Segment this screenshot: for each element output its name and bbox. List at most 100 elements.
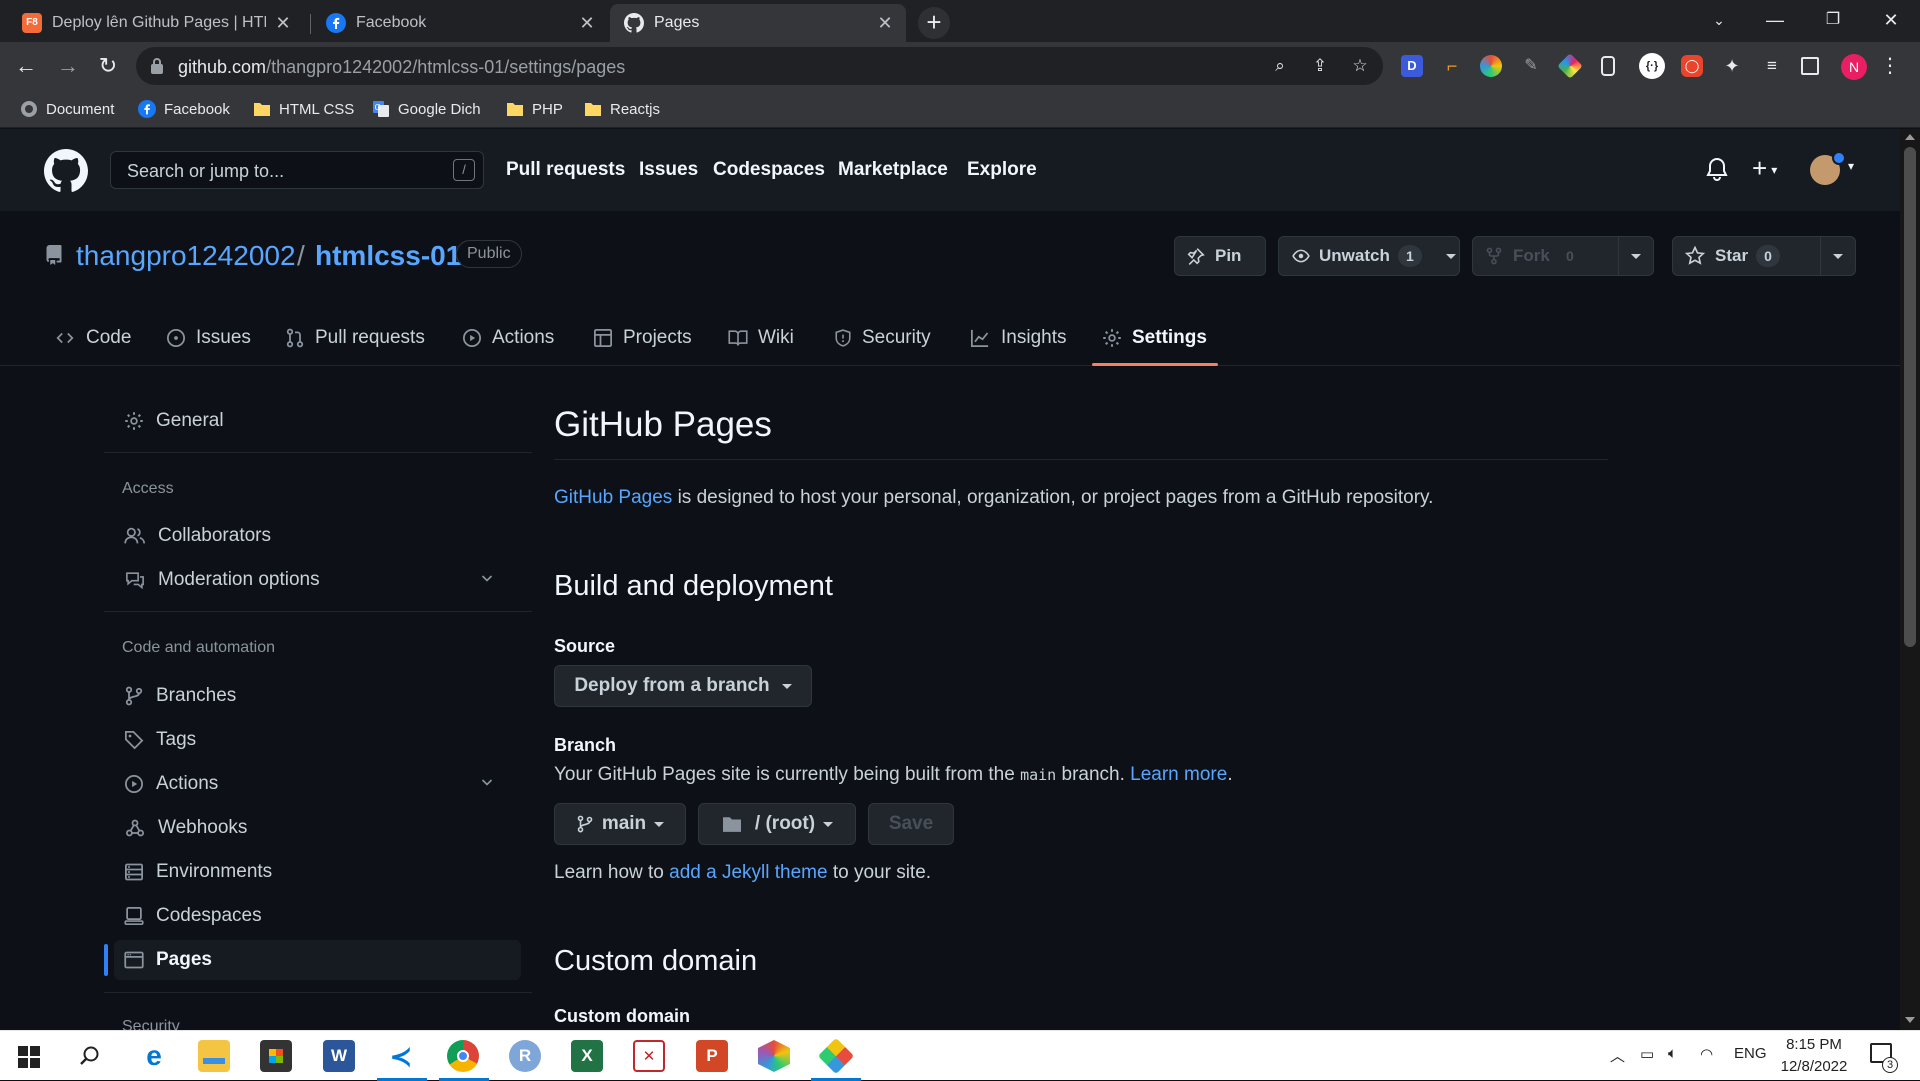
bookmark-reactjs[interactable]: Reactjs [584, 96, 660, 122]
file-explorer-icon[interactable] [198, 1040, 230, 1072]
close-icon[interactable]: ✕ [578, 13, 596, 34]
sidebar-item-tags[interactable]: Tags [114, 720, 521, 760]
bookmark-google-dich[interactable]: G Google Dich [372, 96, 481, 122]
media-queue-icon[interactable]: ≡ [1761, 55, 1783, 77]
store-icon[interactable] [260, 1040, 292, 1072]
tab-actions[interactable]: Actions [462, 310, 554, 366]
create-new-plus-icon[interactable]: + ▾ [1752, 153, 1777, 184]
nav-marketplace[interactable]: Marketplace [838, 159, 948, 181]
extension-palette-icon[interactable] [1557, 53, 1583, 79]
nav-pull-requests[interactable]: Pull requests [506, 159, 625, 181]
jekyll-theme-link[interactable]: add a Jekyll theme [669, 862, 827, 883]
folder-select-dropdown[interactable]: / (root) [698, 803, 856, 845]
tab-search-icon[interactable]: ⌄ [1696, 4, 1742, 36]
back-icon[interactable]: ← [10, 50, 42, 82]
powerpoint-icon[interactable]: P [696, 1040, 728, 1072]
github-pages-link[interactable]: GitHub Pages [554, 487, 672, 508]
close-icon[interactable]: ✕ [876, 13, 894, 34]
excel-icon[interactable]: X [571, 1040, 603, 1072]
minimize-icon[interactable]: — [1752, 4, 1798, 36]
tab-projects[interactable]: Projects [593, 310, 692, 366]
scroll-down-arrow[interactable] [1905, 1017, 1915, 1023]
forward-icon[interactable]: → [52, 50, 84, 82]
tab-pull-requests[interactable]: Pull requests [285, 310, 425, 366]
star-button[interactable]: Star 0 [1672, 236, 1856, 276]
pin-button[interactable]: Pin [1174, 236, 1266, 276]
tab-insights[interactable]: Insights [969, 310, 1066, 366]
profile-avatar[interactable]: N [1841, 54, 1867, 80]
bookmark-facebook[interactable]: Facebook [138, 96, 230, 122]
sidebar-item-codespaces[interactable]: Codespaces [114, 896, 521, 936]
github-logo-icon[interactable] [44, 149, 88, 193]
extension-json-icon[interactable]: {·} [1639, 53, 1665, 79]
battery-icon[interactable]: ▭ [1640, 1045, 1654, 1063]
close-icon[interactable]: ✕ [274, 13, 292, 34]
git-tool-icon[interactable] [817, 1037, 855, 1075]
scroll-thumb[interactable] [1904, 147, 1916, 647]
bookmark-html-css[interactable]: HTML CSS [253, 96, 354, 122]
tab-security[interactable]: Security [834, 310, 931, 366]
repo-owner-link[interactable]: thangpro1242002 [76, 240, 296, 272]
side-panel-icon[interactable] [1801, 57, 1819, 75]
chrome-icon[interactable] [447, 1040, 479, 1072]
tab-issues[interactable]: Issues [166, 310, 251, 366]
bookmark-document[interactable]: Document [20, 96, 114, 122]
sidebar-item-collaborators[interactable]: Collaborators [114, 516, 521, 556]
r-app-icon[interactable]: R [509, 1040, 541, 1072]
browser-tab-pages[interactable]: Pages ✕ [610, 4, 906, 42]
wifi-icon[interactable]: ◠ [1700, 1045, 1713, 1063]
source-dropdown[interactable]: Deploy from a branch [554, 665, 812, 707]
sidebar-item-general[interactable]: General [114, 401, 521, 441]
scroll-up-arrow[interactable] [1905, 134, 1915, 140]
clock-date[interactable]: 12/8/2022 [1776, 1058, 1852, 1075]
page-scrollbar[interactable] [1900, 129, 1920, 1030]
share-icon[interactable]: ⇪ [1310, 56, 1330, 76]
extensions-puzzle-icon[interactable]: ✦ [1721, 55, 1743, 77]
hex-app-icon[interactable] [758, 1040, 790, 1072]
chevron-down-icon[interactable]: ▾ [1848, 159, 1854, 173]
nav-explore[interactable]: Explore [967, 159, 1037, 181]
extension-d-icon[interactable]: D [1401, 55, 1423, 77]
fork-button[interactable]: Fork 0 [1472, 236, 1654, 276]
address-bar[interactable]: github.com/thangpro1242002/htmlcss-01/se… [136, 47, 1383, 85]
notification-bell-icon[interactable] [1706, 157, 1728, 181]
learn-more-link[interactable]: Learn more [1130, 764, 1227, 785]
chevron-up-icon[interactable]: ︿ [1610, 1045, 1625, 1066]
language-indicator[interactable]: ENG [1734, 1045, 1767, 1062]
windows-start-icon[interactable] [18, 1046, 40, 1068]
clock-time[interactable]: 8:15 PM [1786, 1036, 1842, 1053]
pdf-reader-icon[interactable]: ✕ [633, 1040, 665, 1072]
search-icon[interactable] [79, 1045, 101, 1067]
extension-picker-icon[interactable]: ✎ [1520, 55, 1542, 77]
close-window-icon[interactable]: ✕ [1868, 4, 1914, 36]
sidebar-item-moderation-options[interactable]: Moderation options [114, 560, 521, 600]
search-input[interactable]: Search or jump to... / [110, 151, 484, 189]
sidebar-item-branches[interactable]: Branches [114, 676, 521, 716]
bookmark-star-icon[interactable]: ☆ [1350, 56, 1370, 76]
bookmark-php[interactable]: PHP [506, 96, 563, 122]
extension-device-icon[interactable] [1601, 56, 1615, 76]
zoom-icon[interactable]: ⌕ [1270, 56, 1290, 76]
tab-wiki[interactable]: Wiki [728, 310, 794, 366]
word-icon[interactable]: W [323, 1040, 355, 1072]
volume-icon[interactable]: 🔈︎ [1668, 1045, 1677, 1062]
restore-icon[interactable]: ❐ [1810, 4, 1856, 36]
branch-select-dropdown[interactable]: main [554, 803, 686, 845]
browser-tab-facebook[interactable]: Facebook ✕ [312, 4, 608, 42]
tab-settings[interactable]: Settings [1102, 310, 1207, 366]
reload-icon[interactable]: ↻ [92, 50, 124, 82]
sidebar-item-actions[interactable]: Actions [114, 764, 521, 804]
nav-codespaces[interactable]: Codespaces [713, 159, 825, 181]
edge-icon[interactable]: e [138, 1040, 170, 1072]
sidebar-item-environments[interactable]: Environments [114, 852, 521, 892]
extension-color-icon[interactable] [1480, 55, 1502, 77]
browser-tab-deploy[interactable]: F8 Deploy lên Github Pages | HTML ✕ [8, 4, 304, 42]
new-tab-button[interactable]: + [918, 7, 950, 39]
tab-code[interactable]: Code [54, 310, 131, 366]
save-button[interactable]: Save [868, 803, 954, 845]
sidebar-item-pages[interactable]: Pages [114, 940, 521, 980]
watch-button[interactable]: Unwatch 1 [1278, 236, 1460, 276]
nav-issues[interactable]: Issues [639, 159, 698, 181]
repo-name-link[interactable]: htmlcss-01 [315, 240, 461, 272]
sidebar-item-webhooks[interactable]: Webhooks [114, 808, 521, 848]
